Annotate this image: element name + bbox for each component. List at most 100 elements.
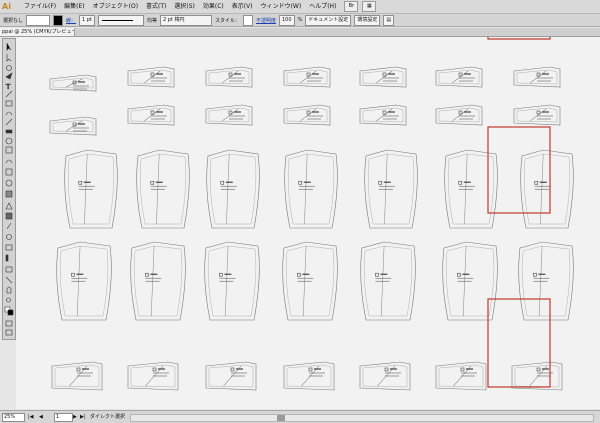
magic-wand-tool-icon: [6, 65, 12, 71]
menu-window[interactable]: ウィンドウ(W): [257, 0, 306, 13]
percent-sign: %: [297, 17, 303, 23]
arrange-documents-icon[interactable]: ▦: [362, 1, 377, 12]
width-tool-icon: [5, 159, 13, 164]
opacity-field[interactable]: 100: [278, 14, 295, 26]
symbol-sprayer-tool-icon: [5, 244, 13, 251]
menu-file[interactable]: ファイル(F): [20, 0, 60, 13]
piece-label-mark: [306, 110, 311, 115]
horizontal-scrollbar[interactable]: [130, 414, 594, 422]
selection-highlight: [487, 298, 551, 388]
slice-tool-icon: [5, 276, 13, 284]
opacity-label[interactable]: 不透明度: [256, 17, 276, 24]
shape-builder-tool-icon: [5, 179, 13, 187]
piece-label-mark: [534, 180, 539, 185]
menu-edit[interactable]: 編集(E): [60, 0, 88, 13]
pattern-piece-seam: [516, 107, 558, 123]
scale-tool-icon: [5, 146, 13, 154]
eraser-tool-icon: [5, 129, 13, 134]
bridge-button[interactable]: Br: [344, 1, 359, 12]
stroke-weight-field[interactable]: 1 pt: [79, 14, 95, 26]
piece-label-mark: [457, 272, 461, 277]
artboard-number-field[interactable]: 1: [54, 413, 73, 422]
scrollbar-thumb[interactable]: [277, 415, 285, 421]
zoom-field[interactable]: 25%: [2, 413, 25, 422]
piece-label-mark: [150, 180, 155, 185]
artboard-canvas[interactable]: [16, 37, 600, 409]
preferences-button[interactable]: 環境設定: [354, 14, 381, 26]
pattern-piece-seam: [438, 69, 480, 85]
pattern-piece-seam: [362, 69, 404, 85]
piece-label-mark: [378, 180, 383, 185]
piece-label-mark: [536, 367, 541, 372]
free-transform-tool-icon: [5, 168, 13, 176]
stroke-swatch[interactable]: [53, 14, 64, 26]
hand-tool-icon: [6, 286, 12, 294]
status-bar: 25% |◀ ◀ 1 ▶ ▶| ダイレクト選択: [0, 410, 600, 423]
menu-type[interactable]: 書式(T): [142, 0, 170, 13]
menu-view[interactable]: 表示(V): [228, 0, 257, 13]
current-tool-display: ダイレクト選択: [90, 414, 126, 420]
tools-panel: T: [2, 38, 16, 340]
menu-bar: Ai ファイル(F) 編集(E) オブジェクト(O) 書式(T) 選択(S) 効…: [0, 0, 600, 14]
piece-label-mark: [382, 72, 387, 77]
pattern-piece-seam: [438, 107, 480, 123]
pattern-piece-seam: [516, 69, 558, 85]
piece-label-mark: [458, 180, 463, 185]
drawing-mode-icon: [5, 320, 13, 327]
pattern-piece-seam: [286, 107, 328, 123]
pen-tool-icon: [5, 72, 13, 80]
piece-label-mark: [76, 367, 81, 372]
type-tool-icon: T: [5, 83, 11, 91]
perspective-grid-tool-icon: [5, 190, 13, 198]
stroke-color-icon: [7, 309, 14, 316]
piece-label-mark: [297, 272, 301, 277]
piece-label-mark: [533, 272, 537, 277]
direct-selection-tool-icon: [6, 54, 12, 62]
piece-label-mark: [230, 367, 235, 372]
zoom-tool-icon: [6, 297, 11, 303]
piece-label-mark: [219, 272, 223, 277]
fill-swatch[interactable]: [26, 14, 51, 26]
piece-label-mark: [220, 180, 225, 185]
mesh-tool-icon: [5, 202, 13, 210]
style-label: スタイル：: [214, 17, 240, 24]
piece-label-mark: [150, 110, 155, 115]
stroke-label[interactable]: 線：: [66, 17, 76, 24]
selection-status: 選択なし: [3, 17, 24, 24]
eyedropper-tool-icon: [6, 222, 12, 230]
pattern-piece-seam: [208, 107, 250, 123]
piece-label-mark: [71, 272, 75, 277]
profile-label: 均等: [146, 17, 157, 24]
piece-label-mark: [298, 180, 303, 185]
paintbrush-tool-icon: [5, 111, 13, 116]
pattern-piece-seam: [130, 107, 172, 123]
illustrator-logo: Ai: [2, 2, 11, 11]
blend-tool-icon: [6, 234, 12, 240]
graphic-style-swatch[interactable]: [242, 14, 253, 26]
brush-definition[interactable]: 2 pt 楕円: [159, 14, 212, 26]
menu-object[interactable]: オブジェクト(O): [89, 0, 142, 13]
tool-icons[interactable]: T: [3, 39, 15, 339]
pattern-pieces[interactable]: [16, 37, 600, 409]
screen-mode-icon: [5, 329, 13, 336]
piece-label-mark: [150, 72, 155, 77]
menu-effect[interactable]: 効果(C): [199, 0, 228, 13]
document-setup-button[interactable]: ドキュメント設定: [305, 14, 352, 26]
document-tab[interactable]: ppai @ 25% (CMYK/プレビュー): [0, 28, 75, 36]
document-tab-bar: ppai @ 25% (CMYK/プレビュー): [0, 28, 600, 37]
pattern-piece-seam: [362, 107, 404, 123]
arrange-icon[interactable]: ▤: [383, 14, 395, 26]
pattern-piece-seam: [208, 69, 250, 85]
line-tool-icon: [5, 90, 13, 98]
piece-label-mark: [458, 110, 463, 115]
piece-label-mark: [536, 110, 541, 115]
menu-help[interactable]: ヘルプ(H): [305, 0, 340, 13]
piece-label-mark: [375, 272, 379, 277]
first-artboard-icon[interactable]: |◀: [28, 414, 34, 420]
variable-width-profile[interactable]: [97, 14, 144, 26]
gradient-tool-icon: [5, 212, 13, 220]
last-artboard-icon[interactable]: ▶|: [80, 414, 86, 420]
next-artboard-icon[interactable]: ▶: [73, 414, 77, 420]
menu-select[interactable]: 選択(S): [170, 0, 199, 13]
previous-artboard-icon[interactable]: ◀: [39, 414, 43, 420]
